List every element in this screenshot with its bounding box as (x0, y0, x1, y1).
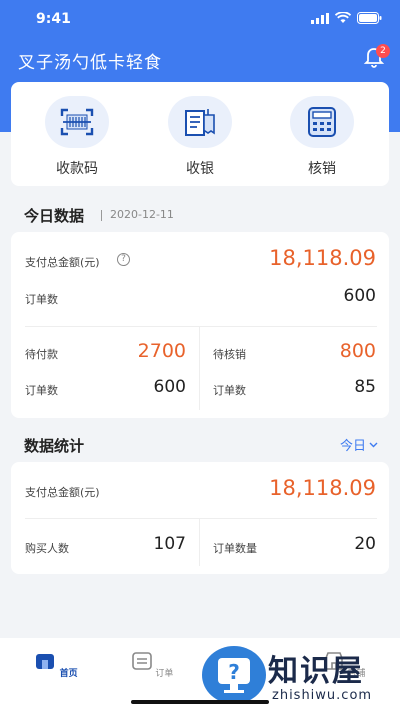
today-section-title: 今日数据 (24, 207, 85, 225)
divider (199, 326, 200, 410)
pending-payment-orders-value: 600 (153, 377, 186, 397)
battery-icon (357, 12, 382, 24)
today-data-card: 支付总金额(元) ? 18,118.09 订单数 600 待付款 2700 订单… (11, 232, 389, 418)
divider (199, 518, 200, 566)
order-count-label: 订单数量 (213, 542, 257, 555)
watermark-url: zhishiwu.com (272, 688, 373, 703)
monitor-question-icon: ? (218, 658, 250, 693)
quick-action-verify[interactable]: 核销 (277, 96, 367, 178)
home-indicator (131, 700, 269, 704)
watermark-text: 知识屋 (268, 654, 364, 689)
shop-title: 叉子汤勺低卡轻食 (18, 53, 162, 73)
help-icon[interactable]: ? (117, 253, 130, 266)
quick-action-qrcode[interactable]: 收款码 (32, 96, 122, 178)
quick-action-label: 收银 (186, 161, 214, 177)
stats-total-label: 支付总金额(元) (25, 486, 100, 499)
order-icon (131, 652, 152, 670)
pending-verify-orders-label: 订单数 (213, 384, 246, 397)
divider (101, 210, 102, 221)
pending-payment-orders-label: 订单数 (25, 384, 58, 397)
total-amount-value: 18,118.09 (269, 246, 376, 270)
status-icons (311, 12, 382, 24)
stats-card: 支付总金额(元) 18,118.09 购买人数 107 订单数量 20 (11, 462, 389, 574)
quick-action-label: 收款码 (56, 161, 98, 177)
watermark-logo: ? (202, 646, 266, 704)
today-date: 2020-12-11 (110, 208, 174, 221)
chevron-down-icon (369, 442, 378, 447)
app-header: 叉子汤勺低卡轻食 2 (0, 40, 400, 80)
calculator-icon (308, 107, 336, 137)
total-amount-label: 支付总金额(元) (25, 256, 100, 269)
notification-badge: 2 (376, 44, 390, 58)
receipt-icon (185, 109, 215, 136)
divider (25, 326, 377, 327)
orders-label: 订单数 (25, 293, 58, 306)
stats-section-title: 数据统计 (24, 437, 85, 455)
quick-action-label: 核销 (308, 161, 336, 177)
buyers-value: 107 (153, 534, 186, 554)
range-dropdown[interactable]: 今日 (340, 435, 378, 454)
status-bar: 9:41 (0, 0, 400, 40)
pending-payment-value: 2700 (137, 340, 186, 362)
orders-value: 600 (343, 286, 376, 306)
divider (25, 518, 377, 519)
wifi-icon (335, 12, 351, 23)
svg-text:?: ? (228, 660, 240, 684)
quick-actions-card: 收款码 收银 核销 (11, 82, 389, 186)
quick-action-cashier[interactable]: 收银 (155, 96, 245, 178)
tab-home[interactable]: 首页 (26, 650, 86, 679)
range-value: 今日 (339, 439, 366, 454)
qr-scan-icon (60, 108, 94, 136)
tab-orders[interactable]: 订单 (122, 650, 182, 679)
pending-verify-value: 800 (339, 340, 376, 362)
pending-payment-label: 待付款 (25, 348, 58, 361)
order-count-value: 20 (354, 534, 376, 554)
signal-icon (311, 12, 329, 24)
status-time: 9:41 (36, 11, 71, 27)
tab-label: 订单 (155, 669, 174, 679)
watermark: ? 知识屋 zhishiwu.com (202, 644, 400, 706)
stats-total-value: 18,118.09 (269, 476, 376, 500)
pending-verify-orders-value: 85 (354, 377, 376, 397)
buyers-label: 购买人数 (25, 542, 69, 555)
tab-label: 首页 (59, 669, 78, 679)
pending-verify-label: 待核销 (213, 348, 246, 361)
home-icon (36, 654, 55, 669)
